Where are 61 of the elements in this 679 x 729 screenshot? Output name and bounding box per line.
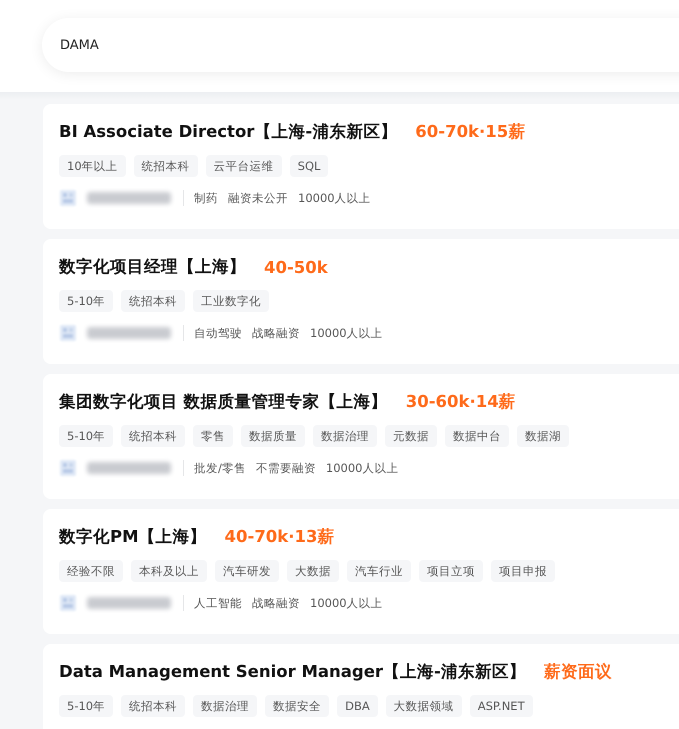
company-info: 制药 [194, 190, 218, 206]
salary: 30-60k·14薪 [406, 391, 516, 413]
salary: 60-70k·15薪 [415, 121, 526, 143]
company-info: 10000人以上 [310, 326, 383, 340]
company-info: 战略融资 [252, 596, 300, 610]
job-tag: 数据安全 [265, 695, 330, 717]
job-tag: 零售 [193, 425, 234, 447]
company-info: 10000人以上 [298, 190, 371, 206]
job-tag: 数据质量 [241, 425, 306, 447]
company-info: 人工智能 [194, 596, 242, 610]
company-info: 战略融资 [252, 326, 300, 340]
job-tag: 项目立项 [419, 560, 483, 582]
company-logo-icon [59, 594, 77, 612]
company-info: 融资未公开 [228, 190, 288, 206]
company-logo-icon [59, 189, 77, 207]
job-tag: 经验不限 [59, 560, 123, 582]
job-tag: 数据中台 [445, 425, 510, 447]
job-tag: 5-10年 [59, 290, 114, 312]
job-title: 数字化PM【上海】 [59, 526, 207, 548]
job-tag: 元数据 [385, 425, 438, 447]
salary: 40-70k·13薪 [224, 526, 334, 548]
job-tag: 项目申报 [491, 560, 555, 582]
job-title: Data Management Senior Manager【上海-浦东新区】 [59, 661, 526, 683]
salary: 薪资面议 [544, 661, 612, 683]
job-tag: 工业数字化 [193, 290, 270, 312]
company-logo-icon [59, 324, 77, 342]
job-tag: DBA [337, 695, 378, 717]
job-tag: 大数据领域 [386, 695, 462, 717]
job-tag: 统招本科 [134, 155, 198, 177]
job-title: 集团数字化项目 数据质量管理专家【上海】 [59, 391, 388, 413]
job-tag: 5-10年 [59, 425, 114, 447]
job-tag: SQL [290, 155, 328, 177]
job-tag: 数据治理 [313, 425, 378, 447]
company-info: 自动驾驶 [194, 326, 242, 340]
job-tag: 统招本科 [121, 695, 186, 717]
job-tag: 汽车研发 [215, 560, 279, 582]
search-field[interactable]: DAMA [42, 18, 679, 72]
job-tag: 数据湖 [517, 425, 570, 447]
job-tag: 统招本科 [121, 290, 186, 312]
job-card[interactable]: 数字化项目经理【上海】 40-50k 5-10年 统招本科 工业数字化 自动驾驶 战略融资 10000人以上 [43, 239, 679, 364]
job-title: 数字化项目经理【上海】 [59, 256, 246, 278]
company-info: 不需要融资 [256, 460, 316, 476]
job-tag: 统招本科 [121, 425, 186, 447]
company-logo-icon [59, 459, 77, 477]
company-info: 10000人以上 [310, 596, 383, 610]
job-tag: 本科及以上 [131, 560, 207, 582]
job-card[interactable]: Data Management Senior Manager【上海-浦东新区】 薪资面议 5-10年 统招本科 数据治理 数据安全 DBA 大数据领域 ASP.NET [43, 644, 679, 729]
job-card[interactable]: 集团数字化项目 数据质量管理专家【上海】 30-60k·14薪 5-10年 统招本科 零售 数据质量 数据治理 元数据 数据中台 数据湖 批发/零售 不需要融资 10000人以上 [43, 374, 679, 499]
job-card[interactable]: BI Associate Director【上海-浦东新区】 60-70k·15薪 10年以上 统招本科 云平台运维 SQL 制药 融资未公开 10000人以上 [43, 104, 679, 229]
job-card[interactable]: 数字化PM【上海】 40-70k·13薪 经验不限 本科及以上 汽车研发 大数据 汽车行业 项目立项 项目申报 人工智能 战略融资 10000人以上 [43, 509, 679, 634]
job-tag: 10年以上 [59, 155, 126, 177]
job-tag: 5-10年 [59, 695, 114, 717]
job-tag: 大数据 [287, 560, 339, 582]
job-tag: 数据治理 [193, 695, 258, 717]
company-info: 10000人以上 [326, 460, 398, 476]
company-info: 批发/零售 [194, 460, 246, 476]
job-tag: 汽车行业 [347, 560, 411, 582]
job-tag: 云平台运维 [206, 155, 282, 177]
job-title: BI Associate Director【上海-浦东新区】 [59, 121, 398, 143]
salary: 40-50k [264, 258, 328, 276]
job-tag: ASP.NET [470, 695, 533, 717]
